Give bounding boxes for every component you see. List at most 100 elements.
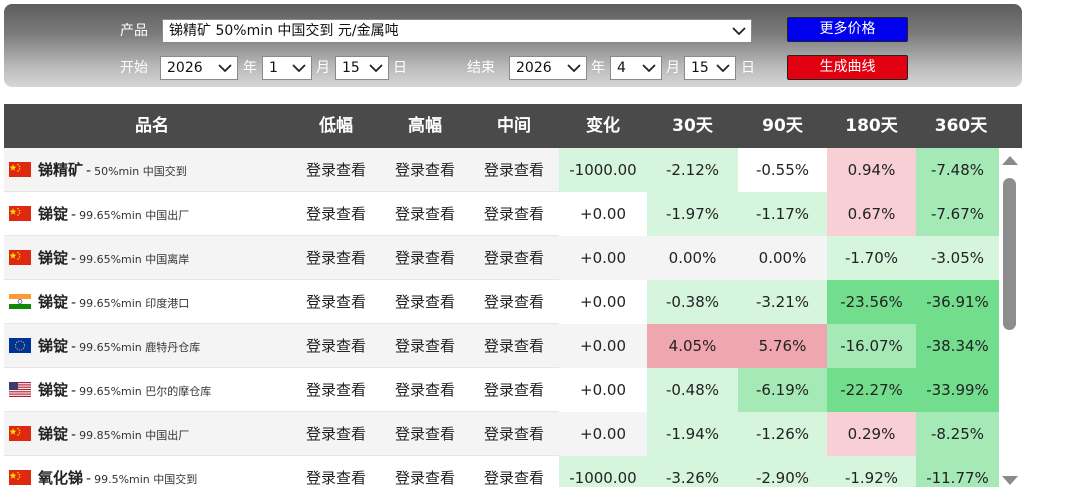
product-name: 锑锭	[38, 425, 69, 443]
table-row[interactable]: 锑锭 -99.65%min 印度港口 登录查看 登录查看 登录查看 +0.00 -0.38%…	[4, 280, 999, 324]
separator: -	[71, 339, 77, 355]
login-to-view-low[interactable]: 登录查看	[293, 236, 379, 280]
product-name-link[interactable]: 锑精矿 -50%min 中国交到	[38, 148, 187, 194]
start-day-unit: 日	[393, 60, 407, 76]
china-flag-icon	[9, 162, 31, 177]
value-change: +0.00	[559, 368, 647, 412]
start-year-value: 2026	[167, 60, 203, 76]
end-day-select[interactable]: 15	[684, 56, 736, 80]
login-to-view-mid[interactable]: 登录查看	[471, 280, 557, 324]
login-to-view-low[interactable]: 登录查看	[293, 412, 379, 456]
login-to-view-mid[interactable]: 登录查看	[471, 192, 557, 236]
separator: -	[71, 295, 77, 311]
login-to-view-high[interactable]: 登录查看	[381, 236, 469, 280]
value-d30: -3.26%	[647, 456, 738, 487]
end-year-select[interactable]: 2026	[509, 56, 587, 80]
product-select[interactable]: 锑精矿 50%min 中国交到 元/金属吨	[162, 19, 752, 43]
value-d30: 0.00%	[647, 236, 738, 280]
product-label: 产品	[120, 23, 148, 39]
value-change: -1000.00	[559, 456, 647, 487]
value-d30: 4.05%	[647, 324, 738, 368]
value-d30: -1.94%	[647, 412, 738, 456]
login-to-view-mid[interactable]: 登录查看	[471, 148, 557, 192]
product-spec: 50%min 中国交到	[94, 165, 187, 178]
price-query-panel: 产品 锑精矿 50%min 中国交到 元/金属吨 更多价格 开始 2026 年 …	[4, 4, 1022, 87]
table-row[interactable]: 氧化锑 -99.5%min 中国交到 登录查看 登录查看 登录查看 -1000.00 -3.…	[4, 456, 999, 487]
start-month-select[interactable]: 1	[262, 56, 312, 80]
header-90d: 90天	[762, 116, 803, 136]
value-d180: 0.94%	[827, 148, 916, 192]
table-row[interactable]: 锑锭 -99.65%min 中国离岸 登录查看 登录查看 登录查看 +0.00 0.00% 0…	[4, 236, 999, 280]
login-to-view-high[interactable]: 登录查看	[381, 368, 469, 412]
header-change: 变化	[586, 116, 620, 136]
chevron-down-icon	[218, 64, 232, 73]
login-to-view-low[interactable]: 登录查看	[293, 456, 379, 487]
login-to-view-high[interactable]: 登录查看	[381, 412, 469, 456]
arrow-up-icon[interactable]	[1002, 156, 1018, 165]
start-day-value: 15	[342, 60, 360, 76]
value-change: -1000.00	[559, 148, 647, 192]
value-d360: -8.25%	[916, 412, 999, 456]
login-to-view-mid[interactable]: 登录查看	[471, 236, 557, 280]
login-to-view-high[interactable]: 登录查看	[381, 148, 469, 192]
login-to-view-high[interactable]: 登录查看	[381, 324, 469, 368]
table-row[interactable]: 锑锭 -99.85%min 中国出厂 登录查看 登录查看 登录查看 +0.00 -1.94%…	[4, 412, 999, 456]
value-d90: -2.90%	[738, 456, 827, 487]
table-row[interactable]: 锑锭 -99.65%min 巴尔的摩仓库 登录查看 登录查看 登录查看 +0.00 -0.4…	[4, 368, 999, 412]
separator: -	[86, 163, 92, 179]
chevron-down-icon	[369, 64, 383, 73]
table-scrollbar[interactable]	[999, 148, 1022, 487]
product-name-link[interactable]: 锑锭 -99.65%min 鹿特丹仓库	[38, 324, 200, 370]
table-row[interactable]: 锑锭 -99.65%min 中国出厂 登录查看 登录查看 登录查看 +0.00 -1.97%…	[4, 192, 999, 236]
separator: -	[71, 207, 77, 223]
scrollbar-thumb[interactable]	[1003, 178, 1016, 330]
product-name-link[interactable]: 锑锭 -99.65%min 印度港口	[38, 280, 189, 326]
product-name-link[interactable]: 锑锭 -99.65%min 中国离岸	[38, 236, 189, 282]
login-to-view-high[interactable]: 登录查看	[381, 280, 469, 324]
value-d90: 0.00%	[738, 236, 827, 280]
arrow-down-icon[interactable]	[1002, 476, 1018, 485]
value-change: +0.00	[559, 280, 647, 324]
end-day-unit: 日	[741, 60, 755, 76]
product-name-link[interactable]: 锑锭 -99.65%min 巴尔的摩仓库	[38, 368, 211, 414]
header-product: 品名	[135, 116, 169, 136]
end-month-select[interactable]: 4	[610, 56, 662, 80]
login-to-view-mid[interactable]: 登录查看	[471, 368, 557, 412]
login-to-view-low[interactable]: 登录查看	[293, 368, 379, 412]
value-d360: -7.48%	[916, 148, 999, 192]
start-month-unit: 月	[316, 60, 330, 76]
product-name-link[interactable]: 锑锭 -99.85%min 中国出厂	[38, 412, 189, 458]
value-change: +0.00	[559, 236, 647, 280]
start-year-select[interactable]: 2026	[160, 56, 238, 80]
login-to-view-high[interactable]: 登录查看	[381, 192, 469, 236]
china-flag-icon	[9, 206, 31, 221]
login-to-view-high[interactable]: 登录查看	[381, 456, 469, 487]
value-d180: -1.70%	[827, 236, 916, 280]
start-month-value: 1	[269, 60, 278, 76]
login-to-view-low[interactable]: 登录查看	[293, 192, 379, 236]
product-name-link[interactable]: 锑锭 -99.65%min 中国出厂	[38, 192, 189, 238]
table-row[interactable]: 锑锭 -99.65%min 鹿特丹仓库 登录查看 登录查看 登录查看 +0.00 4.05%…	[4, 324, 999, 368]
india-flag-icon	[9, 294, 31, 309]
login-to-view-mid[interactable]: 登录查看	[471, 324, 557, 368]
more-prices-button[interactable]: 更多价格	[787, 17, 908, 42]
value-d360: -3.05%	[916, 236, 999, 280]
login-to-view-low[interactable]: 登录查看	[293, 324, 379, 368]
start-day-select[interactable]: 15	[335, 56, 389, 80]
chevron-down-icon	[642, 64, 656, 73]
login-to-view-mid[interactable]: 登录查看	[471, 412, 557, 456]
login-to-view-low[interactable]: 登录查看	[293, 280, 379, 324]
table-row[interactable]: 锑精矿 -50%min 中国交到 登录查看 登录查看 登录查看 -1000.00 -2.12…	[4, 148, 999, 192]
value-d360: -11.77%	[916, 456, 999, 487]
generate-curve-button[interactable]: 生成曲线	[787, 55, 908, 80]
value-d30: -1.97%	[647, 192, 738, 236]
china-flag-icon	[9, 470, 31, 485]
china-flag-icon	[9, 426, 31, 441]
header-high: 高幅	[408, 116, 442, 136]
chevron-down-icon	[567, 64, 581, 73]
login-to-view-mid[interactable]: 登录查看	[471, 456, 557, 487]
product-name-link[interactable]: 氧化锑 -99.5%min 中国交到	[38, 456, 197, 487]
value-d90: 5.76%	[738, 324, 827, 368]
price-table-header: 品名 低幅 高幅 中间 变化 30天 90天 180天 360天	[4, 104, 1022, 148]
login-to-view-low[interactable]: 登录查看	[293, 148, 379, 192]
